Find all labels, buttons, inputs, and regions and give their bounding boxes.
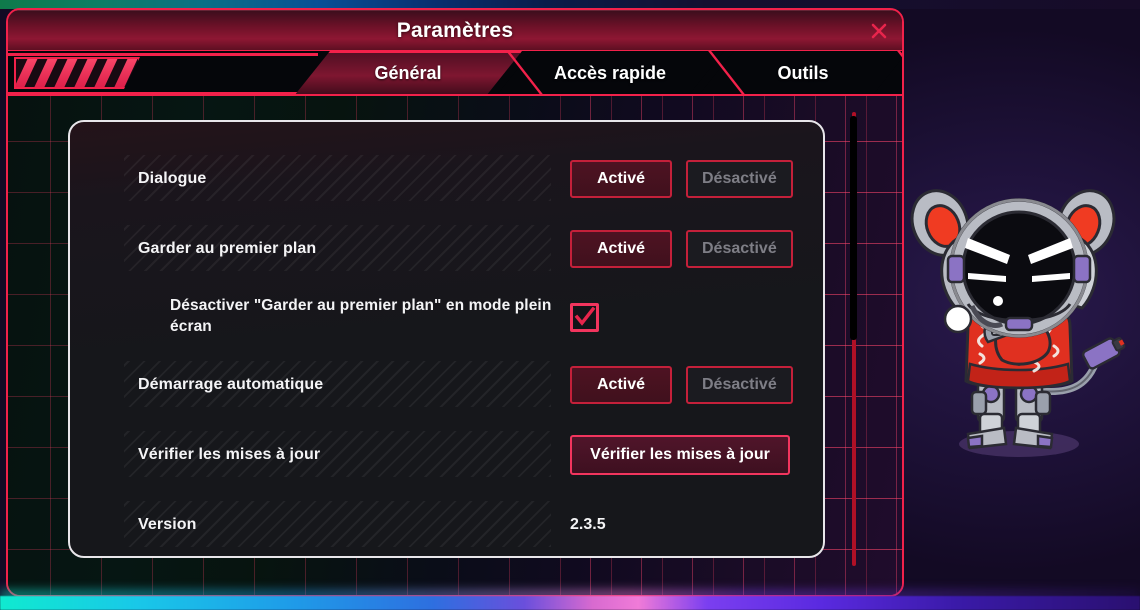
settings-window: Paramètres Général Accès rapide Outils D…	[6, 8, 904, 597]
checkmark-icon	[574, 307, 595, 326]
tab-acces-rapide-label: Accès rapide	[553, 63, 667, 83]
setting-label-autostart: Démarrage automatique	[138, 376, 324, 393]
check-updates-button[interactable]: Vérifier les mises à jour	[570, 435, 790, 475]
autostart-disable-button[interactable]: Désactivé	[686, 366, 793, 404]
setting-controls-disable-on-fullscreen	[570, 284, 599, 350]
setting-label-version: Version	[138, 516, 197, 533]
setting-label-dialogue: Dialogue	[138, 170, 207, 187]
screen: Paramètres Général Accès rapide Outils D…	[0, 0, 1140, 610]
setting-label-always-on-top: Garder au premier plan	[138, 240, 317, 257]
dialogue-enable-button[interactable]: Activé	[570, 160, 672, 198]
window-body: Dialogue Activé Désactivé Garder au prem…	[8, 96, 902, 595]
settings-rows: Dialogue Activé Désactivé Garder au prem…	[70, 122, 823, 556]
setting-label-check-updates: Vérifier les mises à jour	[138, 446, 321, 463]
close-button[interactable]	[866, 19, 892, 43]
tab-acces-rapide[interactable]: Accès rapide	[496, 51, 724, 96]
always-on-top-disable-button[interactable]: Désactivé	[686, 230, 793, 268]
always-on-top-enable-button[interactable]: Activé	[570, 230, 672, 268]
disable-on-fullscreen-checkbox[interactable]	[570, 302, 599, 332]
robot-mouse-mascot	[906, 176, 1132, 466]
version-value: 2.3.5	[570, 516, 606, 533]
tab-general-label: Général	[374, 63, 442, 83]
desktop-bottom-bar	[0, 596, 1140, 610]
setting-controls-check-updates: Vérifier les mises à jour	[570, 420, 790, 490]
setting-label-disable-on-fullscreen: Désactiver "Garder au premier plan" en m…	[170, 297, 552, 335]
window-titlebar: Paramètres	[8, 10, 902, 51]
settings-panel: Dialogue Activé Désactivé Garder au prem…	[68, 120, 825, 558]
hatched-decoration-badge	[14, 57, 140, 89]
window-title: Paramètres	[396, 19, 514, 42]
close-x-icon	[871, 23, 887, 39]
setting-row-always-on-top: Garder au premier plan Activé Désactivé	[70, 214, 823, 284]
setting-controls-always-on-top: Activé Désactivé	[570, 214, 793, 284]
panel-scrollbar[interactable]	[850, 112, 857, 566]
setting-controls-dialogue: Activé Désactivé	[570, 144, 793, 214]
tab-general[interactable]: Général	[294, 51, 522, 96]
setting-row-dialogue: Dialogue Activé Désactivé	[70, 144, 823, 214]
dialogue-disable-button[interactable]: Désactivé	[686, 160, 793, 198]
tab-outils-label: Outils	[777, 63, 829, 83]
tab-decor-underline	[8, 92, 308, 94]
tab-decor-top-line	[8, 53, 318, 56]
autostart-enable-button[interactable]: Activé	[570, 366, 672, 404]
setting-controls-version: 2.3.5	[570, 490, 606, 556]
tab-strip: Général Accès rapide Outils	[8, 51, 902, 96]
scrollbar-thumb[interactable]	[850, 116, 857, 340]
setting-row-autostart: Démarrage automatique Activé Désactivé	[70, 350, 823, 420]
setting-controls-autostart: Activé Désactivé	[570, 350, 793, 420]
setting-row-check-updates: Vérifier les mises à jour Vérifier les m…	[70, 420, 823, 490]
setting-row-disable-on-fullscreen: Désactiver "Garder au premier plan" en m…	[70, 284, 823, 350]
setting-row-version: Version 2.3.5	[70, 490, 823, 556]
